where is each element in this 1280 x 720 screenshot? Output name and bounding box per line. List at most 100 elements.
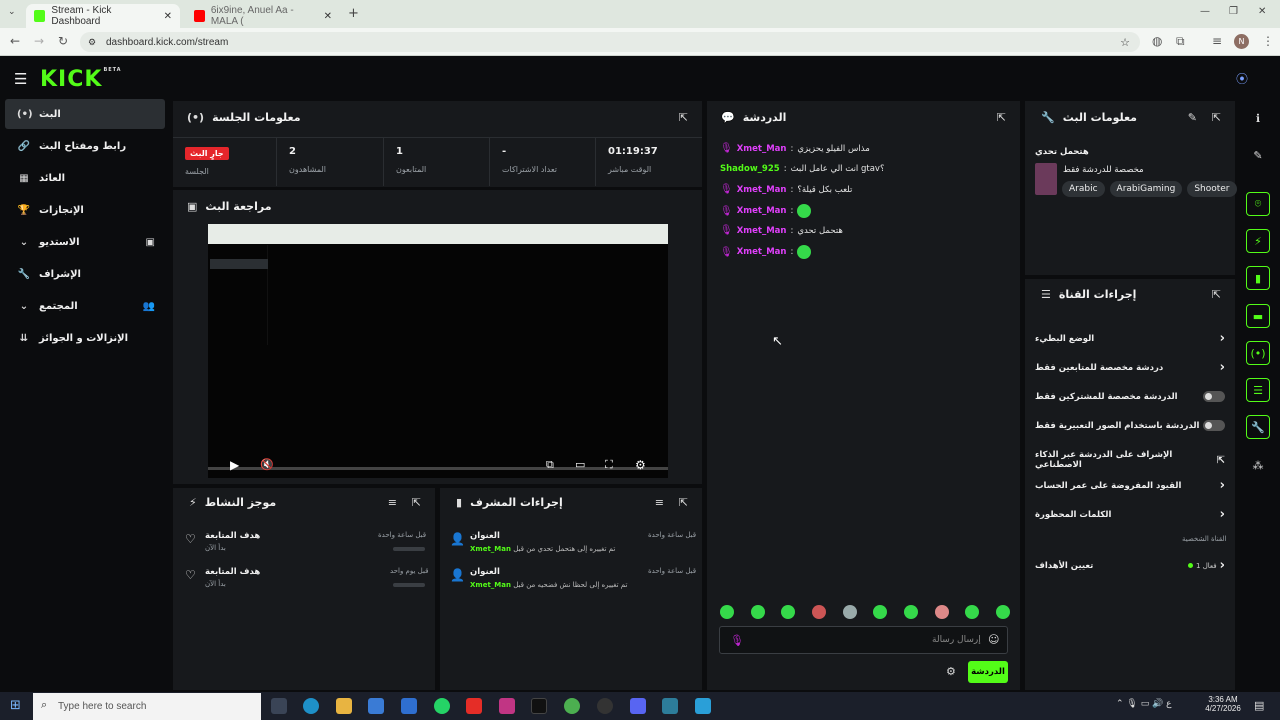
popout-icon[interactable]: ⇱: [1212, 288, 1221, 301]
chrome-icon[interactable]: [564, 698, 580, 714]
site-info-icon[interactable]: ⚙: [88, 37, 96, 48]
sidebar-item-moderation[interactable]: 🔧 الإشراف: [5, 259, 165, 289]
tab-list-icon[interactable]: ⌄: [8, 7, 16, 17]
mail-icon[interactable]: [401, 698, 417, 714]
puzzle-icon[interactable]: ⧉: [1176, 34, 1185, 49]
obs-icon[interactable]: [597, 698, 613, 714]
gear-icon[interactable]: ⚙: [635, 458, 646, 472]
popout-icon[interactable]: ⇱: [679, 496, 688, 509]
info-icon[interactable]: ℹ: [1246, 106, 1270, 130]
tag-chip[interactable]: Shooter: [1187, 181, 1237, 197]
emote-icon[interactable]: [934, 605, 949, 619]
store-icon[interactable]: [368, 698, 384, 714]
profile-avatar[interactable]: N: [1234, 34, 1249, 49]
capcut-icon[interactable]: [695, 698, 711, 714]
popout-icon[interactable]: ⇱: [1212, 111, 1221, 124]
chat-icon[interactable]: ▬: [1246, 304, 1270, 328]
bookmark-star-icon[interactable]: ☆: [1120, 36, 1130, 49]
set-goals-row[interactable]: تعيين الأهداف 1 فعال ›: [1035, 558, 1225, 573]
live-icon[interactable]: (•): [1246, 341, 1270, 365]
banned-words-row[interactable]: الكلمات المحظورة ›: [1035, 507, 1225, 522]
video-progress-bar[interactable]: [208, 467, 668, 470]
mod-username[interactable]: Xmet_Man: [470, 581, 511, 589]
sidebar-item-achievements[interactable]: 🏆 الإنجازات: [5, 195, 165, 225]
chat-username[interactable]: Xmet_Man: [737, 185, 787, 195]
video-player[interactable]: ▶ 🔇 ⧉ ▭ ⛶ ⚙: [208, 224, 668, 478]
popout-icon[interactable]: ⇱: [412, 496, 421, 509]
file-explorer-icon[interactable]: [336, 698, 352, 714]
fullscreen-icon[interactable]: ⛶: [605, 458, 613, 472]
app-icon[interactable]: [662, 698, 678, 714]
chat-username[interactable]: Shadow_925: [720, 164, 780, 174]
back-icon[interactable]: ←: [10, 34, 20, 48]
close-window-icon[interactable]: ✕: [1258, 6, 1266, 17]
menu-dots-icon[interactable]: ⋮: [1262, 34, 1274, 48]
mic-icon[interactable]: 🎙: [730, 634, 744, 647]
browser-tab-youtube[interactable]: 6ix9ine, Anuel Aa - MALA ( ✕: [186, 4, 340, 28]
kick-logo[interactable]: KICKBETA: [40, 67, 122, 92]
popout-icon[interactable]: ⇱: [997, 111, 1006, 124]
emote-icon[interactable]: [995, 605, 1010, 619]
extension-icon[interactable]: ◍: [1152, 34, 1162, 48]
chat-settings-gear-icon[interactable]: ⚙: [946, 665, 956, 678]
new-tab-icon[interactable]: +: [348, 6, 359, 21]
tiktok-icon[interactable]: [531, 698, 547, 714]
account-age-row[interactable]: القيود المفروضة على عمر الحساب ›: [1035, 478, 1225, 493]
popout-icon[interactable]: ⇱: [679, 111, 688, 124]
emote-icon[interactable]: [811, 605, 826, 619]
emote-icon[interactable]: [781, 605, 796, 619]
chat-username[interactable]: Xmet_Man: [737, 144, 787, 154]
tag-chip[interactable]: Arabic: [1062, 181, 1105, 197]
sidebar-item-revenue[interactable]: ▦ العائد: [5, 163, 165, 193]
task-view-icon[interactable]: [271, 698, 287, 714]
taskbar-clock[interactable]: 3:36 AM 4/27/2026: [1200, 695, 1246, 713]
chat-username[interactable]: Xmet_Man: [737, 226, 787, 236]
forward-icon[interactable]: →: [34, 34, 44, 48]
pip-icon[interactable]: ⧉: [546, 458, 554, 472]
tag-chip[interactable]: ArabiGaming: [1109, 181, 1183, 197]
followers-only-row[interactable]: دردشة مخصصة للمتابعين فقط ›: [1035, 360, 1225, 375]
play-icon[interactable]: ▶: [230, 458, 239, 472]
emote-icon[interactable]: [750, 605, 765, 619]
windows-start-icon[interactable]: ⊞: [10, 698, 21, 713]
chat-username[interactable]: Xmet_Man: [737, 206, 787, 216]
pencil-icon[interactable]: ✎: [1246, 143, 1270, 167]
slow-mode-row[interactable]: الوضع البطيء ›: [1035, 331, 1225, 346]
pencil-edit-icon[interactable]: ✎: [1188, 111, 1197, 124]
emote-only-toggle[interactable]: [1203, 420, 1225, 431]
filter-icon[interactable]: ≡: [388, 496, 397, 509]
ai-moderation-row[interactable]: الإشراف على الدردشة عبر الذكاء الاصطناعي…: [1035, 450, 1225, 470]
emote-icon[interactable]: [720, 605, 734, 619]
hamburger-menu-icon[interactable]: ☰: [14, 70, 27, 88]
stream-category[interactable]: مخصصة للدردشة فقط: [1063, 165, 1144, 175]
close-tab-icon[interactable]: ✕: [324, 11, 332, 22]
edge-icon[interactable]: [303, 698, 319, 714]
reload-icon[interactable]: ↻: [58, 34, 68, 48]
whatsapp-icon[interactable]: [434, 698, 450, 714]
notification-icon[interactable]: ▤: [1254, 699, 1264, 712]
minimize-icon[interactable]: —: [1200, 6, 1210, 17]
document-icon[interactable]: ▮: [1246, 266, 1270, 290]
sidebar-item-stream[interactable]: (•) البث: [5, 99, 165, 129]
theater-icon[interactable]: ▭: [575, 458, 585, 471]
chat-send-button[interactable]: الدردشة: [968, 661, 1008, 683]
sidebar-item-community[interactable]: ⌄ المجتمع 👥: [5, 291, 165, 321]
emoji-icon[interactable]: ☺: [988, 633, 999, 646]
sidebar-item-drops[interactable]: ⇊ الإنزالات و الجوائز: [5, 323, 165, 353]
chat-input[interactable]: 🎙 إرسال رسالة ☺: [719, 626, 1008, 654]
youtube-icon[interactable]: [466, 698, 482, 714]
subscribers-only-toggle[interactable]: [1203, 391, 1225, 402]
list-icon[interactable]: ☰: [1246, 378, 1270, 402]
wrench-icon[interactable]: 🔧: [1246, 415, 1270, 439]
browser-tab-kick[interactable]: Stream - Kick Dashboard ✕: [26, 4, 180, 28]
sidebar-item-studio[interactable]: ⌄ الاستديو ▣: [5, 227, 165, 257]
apps-icon[interactable]: ⁂: [1246, 453, 1270, 477]
emote-icon[interactable]: [965, 605, 980, 619]
bolt-icon[interactable]: ⚡: [1246, 229, 1270, 253]
url-field[interactable]: ⚙ dashboard.kick.com/stream ☆: [80, 32, 1140, 52]
emote-icon[interactable]: [842, 605, 857, 619]
user-avatar-icon[interactable]: ⦿: [1236, 70, 1248, 87]
taskbar-search-field[interactable]: ⌕ Type here to search: [33, 693, 261, 720]
system-tray-icons[interactable]: ⌃ 🎙 ▭ 🔊 ع: [1116, 699, 1172, 709]
emote-icon[interactable]: [903, 605, 918, 619]
